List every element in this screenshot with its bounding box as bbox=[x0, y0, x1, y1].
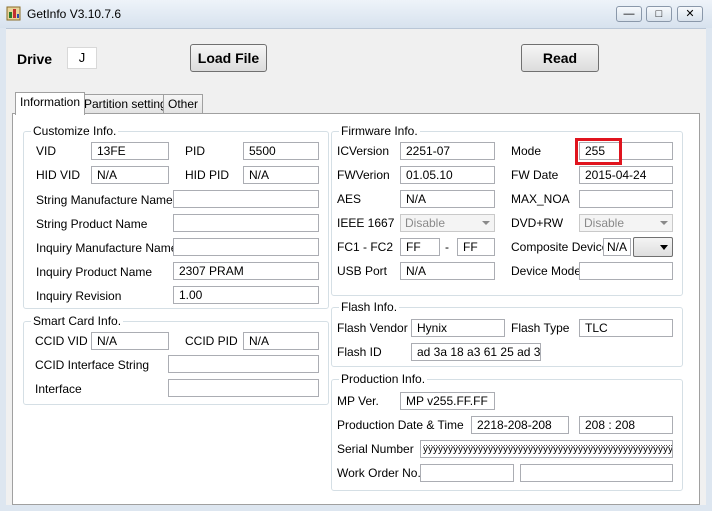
hid-pid-field[interactable]: N/A bbox=[243, 166, 319, 184]
flash-type-field[interactable]: TLC bbox=[579, 319, 673, 337]
tab-information[interactable]: Information bbox=[15, 92, 86, 115]
production-info-title: Production Info. bbox=[339, 372, 428, 386]
smart-card-info-title: Smart Card Info. bbox=[31, 314, 124, 328]
composite-device-label: Composite Device bbox=[511, 240, 609, 254]
hid-vid-label: HID VID bbox=[36, 168, 81, 182]
fc1-fc2-label: FC1 - FC2 bbox=[337, 240, 394, 254]
mode-highlight-box bbox=[575, 138, 622, 165]
dvd-rw-value: Disable bbox=[584, 216, 625, 230]
firmware-info-title: Firmware Info. bbox=[339, 124, 420, 138]
serial-number-field[interactable]: ÿÿÿÿÿÿÿÿÿÿÿÿÿÿÿÿÿÿÿÿÿÿÿÿÿÿÿÿÿÿÿÿÿÿÿÿÿÿÿÿ… bbox=[420, 440, 673, 458]
production-date-field[interactable]: 2218-208-208 bbox=[471, 416, 569, 434]
composite-device-dropdown[interactable] bbox=[633, 237, 673, 257]
app-icon bbox=[6, 6, 21, 21]
string-manufacture-label: String Manufacture Name bbox=[36, 193, 173, 207]
read-button[interactable]: Read bbox=[521, 44, 599, 72]
pid-field[interactable]: 5500 bbox=[243, 142, 319, 160]
hid-pid-label: HID PID bbox=[185, 168, 230, 182]
fw-date-label: FW Date bbox=[511, 168, 559, 182]
flash-info-title: Flash Info. bbox=[339, 300, 400, 314]
string-product-label: String Product Name bbox=[36, 217, 148, 231]
composite-device-field[interactable]: N/A bbox=[603, 238, 631, 256]
load-file-button[interactable]: Load File bbox=[190, 44, 267, 72]
inquiry-manufacture-field[interactable] bbox=[173, 238, 319, 256]
work-order-field-2[interactable] bbox=[520, 464, 673, 482]
aes-field[interactable]: N/A bbox=[400, 190, 495, 208]
window-frame-bottom bbox=[0, 505, 712, 511]
minimize-button[interactable]: — bbox=[616, 6, 642, 22]
mode-label: Mode bbox=[511, 144, 542, 158]
work-order-field[interactable] bbox=[420, 464, 514, 482]
fwversion-label: FWVerion bbox=[337, 168, 390, 182]
ccid-interface-string-label: CCID Interface String bbox=[35, 358, 150, 372]
aes-label: AES bbox=[337, 192, 362, 206]
customize-info-title: Customize Info. bbox=[31, 124, 119, 138]
window-title: GetInfo V3.10.7.6 bbox=[27, 7, 122, 21]
chevron-down-icon bbox=[660, 221, 668, 225]
string-product-field[interactable] bbox=[173, 214, 319, 232]
inquiry-manufacture-label: Inquiry Manufacture Name bbox=[36, 241, 178, 255]
icversion-field[interactable]: 2251-07 bbox=[400, 142, 495, 160]
ieee-1667-label: IEEE 1667 bbox=[337, 216, 395, 230]
flash-type-label: Flash Type bbox=[511, 321, 570, 335]
tab-partition-setting[interactable]: Partition setting bbox=[79, 94, 172, 113]
string-manufacture-field[interactable] bbox=[173, 190, 319, 208]
maximize-button[interactable]: □ bbox=[646, 6, 672, 22]
close-icon: ✕ bbox=[685, 8, 695, 20]
flash-vendor-field[interactable]: Hynix bbox=[411, 319, 505, 337]
fwversion-field[interactable]: 01.05.10 bbox=[400, 166, 495, 184]
ccid-vid-field[interactable]: N/A bbox=[91, 332, 169, 350]
icversion-label: ICVersion bbox=[337, 144, 390, 158]
window-frame-right bbox=[706, 28, 712, 511]
tab-panel-information: Customize Info. VID 13FE PID 5500 HID VI… bbox=[12, 113, 700, 505]
chevron-down-icon bbox=[660, 245, 668, 250]
mp-ver-label: MP Ver. bbox=[337, 394, 379, 408]
usb-port-label: USB Port bbox=[337, 264, 388, 278]
close-button[interactable]: ✕ bbox=[677, 6, 703, 22]
ieee-1667-select[interactable]: Disable bbox=[400, 214, 495, 232]
pid-label: PID bbox=[185, 144, 206, 158]
inquiry-product-label: Inquiry Product Name bbox=[36, 265, 153, 279]
fc1-field[interactable]: FF bbox=[400, 238, 440, 256]
mp-ver-field[interactable]: MP v255.FF.FF bbox=[400, 392, 495, 410]
window-frame-left bbox=[0, 28, 6, 511]
fw-date-field[interactable]: 2015-04-24 bbox=[579, 166, 673, 184]
inquiry-revision-label: Inquiry Revision bbox=[36, 289, 122, 303]
ccid-vid-label: CCID VID bbox=[35, 334, 88, 348]
ccid-interface-string-field[interactable] bbox=[168, 355, 319, 373]
interface-label: Interface bbox=[35, 382, 82, 396]
flash-id-field[interactable]: ad 3a 18 a3 61 25 ad 3a bbox=[411, 343, 541, 361]
tab-other[interactable]: Other bbox=[163, 94, 204, 113]
vid-label: VID bbox=[36, 144, 57, 158]
chevron-down-icon bbox=[482, 221, 490, 225]
drive-label: Drive bbox=[17, 51, 53, 67]
work-order-label: Work Order No. bbox=[337, 466, 421, 480]
ieee-1667-value: Disable bbox=[405, 216, 446, 230]
serial-number-label: Serial Number bbox=[337, 442, 414, 456]
ccid-pid-field[interactable]: N/A bbox=[243, 332, 319, 350]
hid-vid-field[interactable]: N/A bbox=[91, 166, 169, 184]
inquiry-product-field[interactable]: 2307 PRAM bbox=[173, 262, 319, 280]
fc2-field[interactable]: FF bbox=[457, 238, 495, 256]
drive-field[interactable]: J bbox=[67, 47, 97, 69]
vid-field[interactable]: 13FE bbox=[91, 142, 169, 160]
max-noa-field[interactable] bbox=[579, 190, 673, 208]
device-mode-field[interactable] bbox=[579, 262, 673, 280]
production-time-field[interactable]: 208 : 208 bbox=[579, 416, 673, 434]
dvd-rw-label: DVD+RW bbox=[511, 216, 564, 230]
interface-field[interactable] bbox=[168, 379, 319, 397]
production-date-time-label: Production Date & Time bbox=[337, 418, 464, 432]
inquiry-revision-field[interactable]: 1.00 bbox=[173, 286, 319, 304]
minimize-icon: — bbox=[623, 8, 635, 20]
dvd-rw-select[interactable]: Disable bbox=[579, 214, 673, 232]
max-noa-label: MAX_NOA bbox=[511, 192, 570, 206]
flash-id-label: Flash ID bbox=[337, 345, 382, 359]
ccid-pid-label: CCID PID bbox=[185, 334, 238, 348]
usb-port-field[interactable]: N/A bbox=[400, 262, 495, 280]
device-mode-label: Device Mode bbox=[511, 264, 582, 278]
flash-vendor-label: Flash Vendor bbox=[337, 321, 408, 335]
fc-separator: - bbox=[445, 240, 449, 254]
maximize-icon: □ bbox=[655, 8, 663, 20]
